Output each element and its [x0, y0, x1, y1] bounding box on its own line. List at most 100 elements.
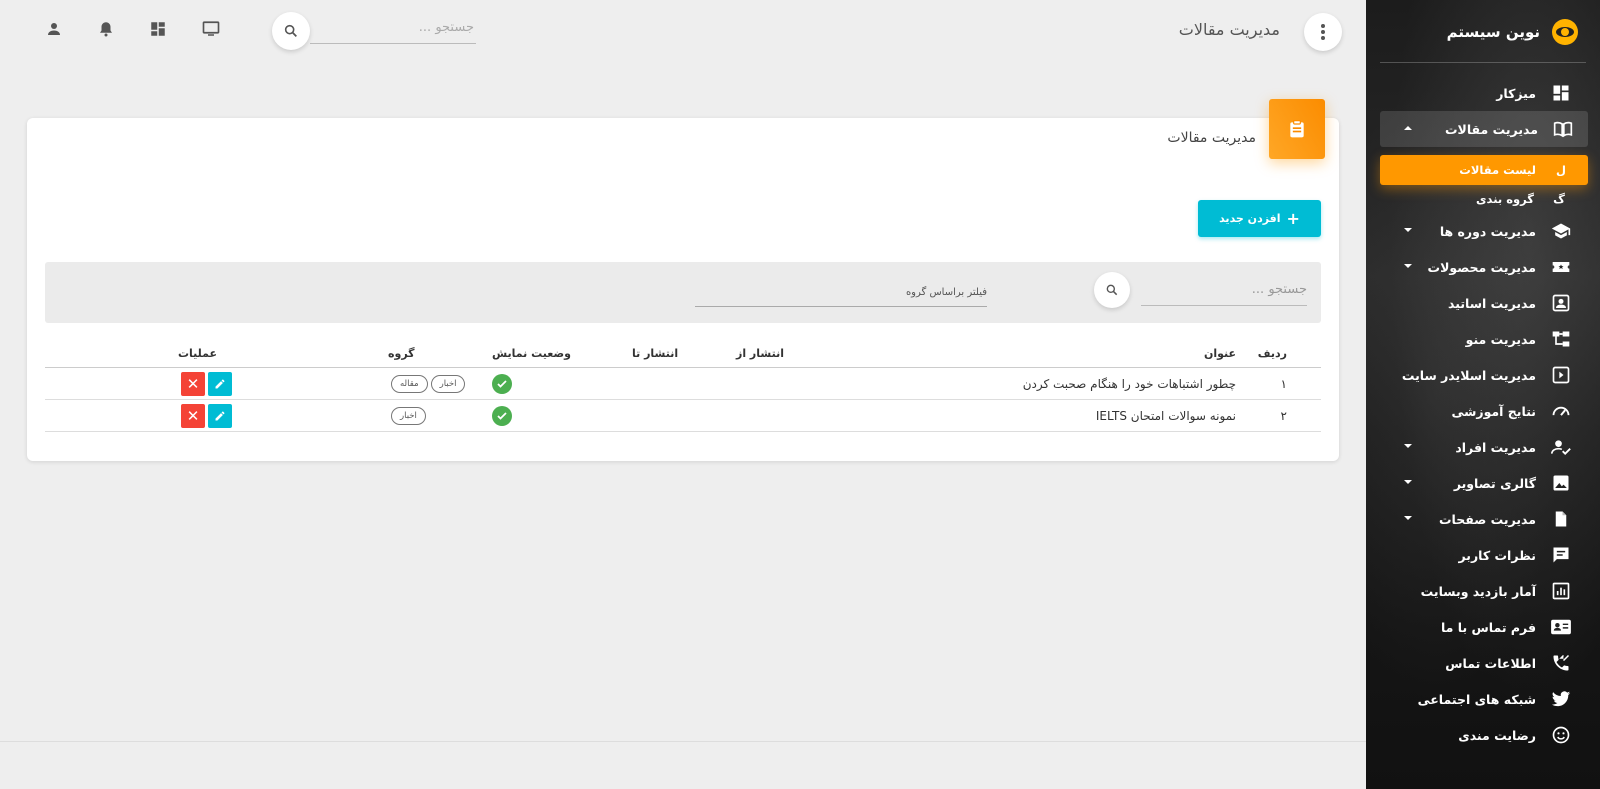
delete-button[interactable]: ✕ [181, 403, 205, 428]
subitem-label: گروه بندی [1476, 192, 1534, 206]
sidebar-item-menu[interactable]: مدیریت منو [1366, 321, 1600, 357]
clipboard-icon [1290, 120, 1304, 138]
sidebar-item-teachers[interactable]: مدیریت اساتید [1366, 285, 1600, 321]
tree-icon [1550, 328, 1572, 350]
table-search-input[interactable]: جستجو ... [1141, 276, 1307, 306]
subitem-letter: ل [1556, 163, 1566, 177]
search-icon [1106, 284, 1118, 296]
sidebar-item-label: مدیریت دوره ها [1439, 223, 1536, 239]
sidebar-item-products[interactable]: مدیریت محصولات [1366, 249, 1600, 285]
sidebar-item-comments[interactable]: نظرات کاربر [1366, 537, 1600, 573]
header-group: گروه [388, 347, 415, 360]
comment-icon [1550, 544, 1572, 566]
sidebar-item-articles[interactable]: مدیریت مقالات [1380, 111, 1588, 147]
add-new-label: افزدن جدید [1219, 212, 1281, 225]
row-operations: ✕ [178, 368, 232, 399]
sidebar-item-social[interactable]: شبکه های اجتماعی [1366, 681, 1600, 717]
sidebar-item-courses[interactable]: مدیریت دوره ها [1366, 213, 1600, 249]
sidebar-item-label: میزکار [1496, 85, 1536, 101]
header-display-status: وضعیت نمایش [492, 347, 571, 360]
group-tag: اخبار [391, 406, 426, 425]
book-icon [1552, 118, 1574, 140]
sidebar-subitem-grouping[interactable]: گ گروه بندی [1366, 185, 1600, 213]
sidebar-item-label: اطلاعات تماس [1445, 655, 1536, 671]
sidebar-item-label: مدیریت افراد [1455, 439, 1536, 455]
table-header-row: ردیف عنوان انتشار از انتشار تا وضعیت نما… [45, 340, 1321, 368]
eye-logo-icon [1552, 19, 1578, 45]
smiley-icon [1550, 724, 1572, 746]
sidebar-item-label: مدیریت منو [1465, 331, 1536, 347]
sidebar-item-label: مدیریت مقالات [1444, 121, 1538, 137]
sidebar-item-results[interactable]: نتایج آموزشی [1366, 393, 1600, 429]
sidebar-item-label: نظرات کاربر [1458, 547, 1536, 563]
table-search-button[interactable] [1094, 272, 1130, 308]
dashboard-icon[interactable] [149, 20, 167, 38]
brand-divider [1380, 62, 1586, 63]
subitem-label: لیست مقالات [1459, 163, 1536, 177]
header-publish-to: انتشار تا [632, 347, 679, 360]
sidebar-item-satisfaction[interactable]: رضایت مندی [1366, 717, 1600, 753]
sidebar-item-label: مدیریت صفحات [1438, 511, 1536, 527]
sidebar: نوین سیستم میزکار مدیریت مقالات ل لیست م… [1366, 0, 1600, 789]
card-title: مدیریت مقالات [1167, 130, 1256, 146]
bell-icon[interactable] [97, 20, 115, 38]
edit-button[interactable] [208, 403, 232, 428]
caret-down-icon [1404, 264, 1412, 268]
search-icon [284, 24, 297, 37]
sidebar-item-people[interactable]: مدیریت افراد [1366, 429, 1600, 465]
plus-icon: + [1286, 208, 1300, 228]
group-filter-select[interactable]: فیلتر براساس گروه [695, 283, 987, 307]
row-groups: اخبار مقاله [388, 368, 466, 399]
sidebar-item-label: فرم تماس با ما [1440, 619, 1536, 635]
sidebar-item-gallery[interactable]: گالری تصاویر [1366, 465, 1600, 501]
row-index: ۱ [1280, 376, 1287, 391]
sidebar-item-label: مدیریت اسلایدر سایت [1401, 367, 1536, 383]
header-publish-from: انتشار از [736, 347, 784, 360]
sidebar-item-slider[interactable]: مدیریت اسلایدر سایت [1366, 357, 1600, 393]
speedometer-icon [1550, 400, 1572, 422]
delete-button[interactable]: ✕ [181, 371, 205, 396]
caret-down-icon [1404, 516, 1412, 520]
group-tag: مقاله [391, 374, 428, 393]
top-search-button[interactable] [272, 12, 310, 50]
check-circle-icon [492, 405, 512, 426]
person-icon[interactable] [45, 20, 63, 38]
dashboard-icon [1550, 82, 1572, 104]
page-title: مدیریت مقالات [1178, 20, 1280, 39]
caret-down-icon [1404, 444, 1412, 448]
sidebar-item-contact-info[interactable]: اطلاعات تماس [1366, 645, 1600, 681]
twitter-icon [1550, 688, 1572, 710]
sidebar-item-label: آمار بازدید وبسایت [1420, 583, 1536, 599]
row-title: چطور اشتباهات خود را هنگام صحبت کردن [1022, 376, 1236, 391]
row-operations: ✕ [178, 400, 232, 431]
phone-icon [1550, 652, 1572, 674]
sidebar-item-label: رضایت مندی [1458, 727, 1536, 743]
caret-down-icon [1404, 480, 1412, 484]
table-row: ۱ چطور اشتباهات خود را هنگام صحبت کردن ا… [45, 368, 1321, 400]
top-search-input[interactable]: جستجو ... [310, 16, 476, 44]
footer-divider [0, 741, 1366, 742]
slider-icon [1550, 364, 1572, 386]
sidebar-item-contact-form[interactable]: فرم تماس با ما [1366, 609, 1600, 645]
sidebar-item-stats[interactable]: آمار بازدید وبسایت [1366, 573, 1600, 609]
sidebar-item-dashboard[interactable]: میزکار [1366, 75, 1600, 111]
pencil-icon [215, 378, 225, 388]
sidebar-item-label: نتایج آموزشی [1451, 403, 1536, 419]
sidebar-item-label: شبکه های اجتماعی [1417, 691, 1536, 707]
edit-button[interactable] [208, 371, 232, 396]
brand[interactable]: نوین سیستم [1366, 14, 1600, 50]
user-check-icon [1550, 436, 1572, 458]
sidebar-item-pages[interactable]: مدیریت صفحات [1366, 501, 1600, 537]
sidebar-item-label: مدیریت محصولات [1427, 259, 1536, 275]
file-icon [1550, 508, 1572, 530]
school-icon [1550, 220, 1572, 242]
sidebar-subitem-article-list[interactable]: ل لیست مقالات [1380, 155, 1588, 185]
articles-table: ردیف عنوان انتشار از انتشار تا وضعیت نما… [45, 340, 1321, 432]
add-new-button[interactable]: + افزدن جدید [1198, 200, 1321, 237]
subitem-letter: گ [1553, 192, 1565, 206]
sidebar-item-label: گالری تصاویر [1453, 475, 1536, 491]
group-tag: اخبار [430, 374, 466, 393]
desktop-icon[interactable] [202, 20, 220, 38]
contact-icon [1550, 292, 1572, 314]
menu-kebab-button[interactable] [1304, 13, 1342, 51]
